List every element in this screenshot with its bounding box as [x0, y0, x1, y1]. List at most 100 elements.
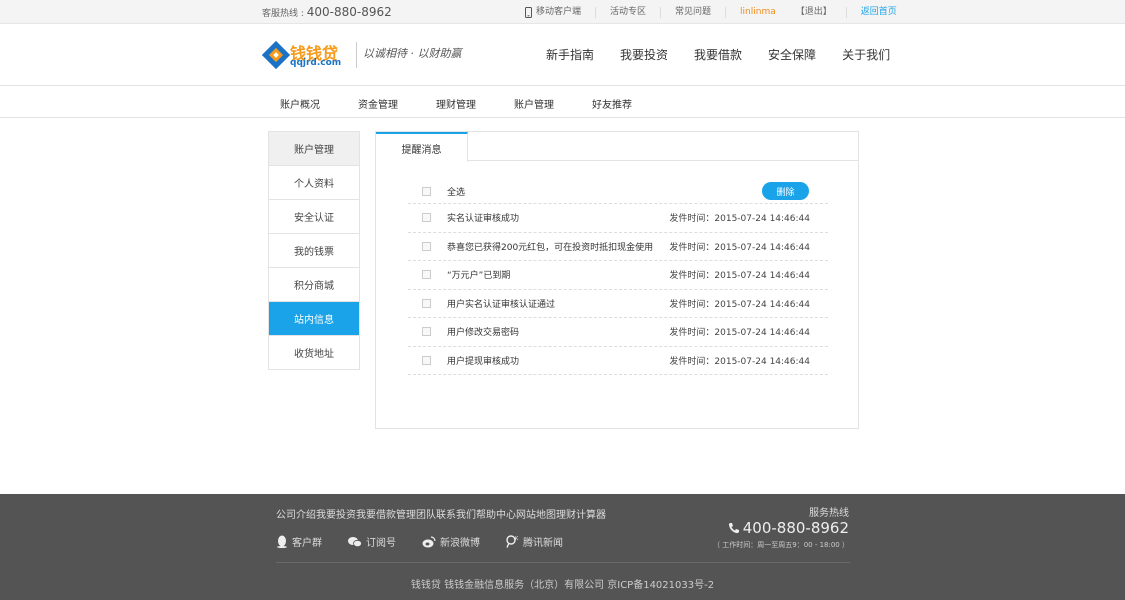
social-tencent-news[interactable]: K 腾讯新闻 [506, 534, 563, 549]
message-row[interactable]: “万元户”已到期 发件时间：2015-07-24 14:46:44 [408, 261, 828, 290]
subnav-funds[interactable]: 资金管理 [358, 96, 398, 111]
hotline-number: 400-880-8962 [306, 5, 392, 19]
service-hotline-label: 服务热线 [809, 508, 849, 519]
sidebar-item-messages[interactable]: 站内信息 [269, 302, 359, 336]
message-row[interactable]: 用户修改交易密码 发件时间：2015-07-24 14:46:44 [408, 318, 828, 347]
nav-borrow[interactable]: 我要借款 [694, 46, 742, 63]
social-wechat-label: 订阅号 [366, 538, 396, 549]
svg-text:K: K [515, 536, 519, 542]
message-time: 发件时间：2015-07-24 14:46:44 [669, 299, 810, 310]
tencent-news-icon: K [506, 535, 519, 548]
subnav-referral[interactable]: 好友推荐 [592, 96, 632, 111]
footer-link-calculator[interactable]: 理财计算器 [556, 506, 606, 521]
message-checkbox[interactable] [422, 355, 431, 365]
footer: 公司介绍 我要投资 我要借款 管理团队 联系我们 帮助中心 网站地图 理财计算器… [0, 494, 1125, 600]
social-weibo[interactable]: 新浪微博 [422, 534, 480, 549]
slogan: 以诚相待 · 以财助赢 [363, 47, 462, 60]
message-time: 发件时间：2015-07-24 14:46:44 [669, 271, 810, 282]
sidebar-item-coupons[interactable]: 我的钱票 [269, 234, 359, 268]
mobile-client-label: 移动客户端 [536, 6, 582, 17]
service-hotline: 400-880-8962 [728, 519, 849, 537]
nav-security[interactable]: 安全保障 [768, 46, 816, 63]
message-title[interactable]: 用户实名认证审核认证通过 [447, 297, 555, 310]
tab-bar: 提醒消息 [376, 132, 858, 162]
message-checkbox[interactable] [422, 241, 431, 251]
account-subnav: 账户概况 资金管理 理财管理 账户管理 好友推荐 [0, 87, 1125, 118]
activity-link[interactable]: 活动专区 [596, 6, 662, 18]
sidebar-heading: 账户管理 [269, 132, 359, 166]
service-hours: （ 工作时间：周一至周五9：00 - 18:00 ） [713, 541, 849, 549]
subnav-overview[interactable]: 账户概况 [280, 96, 320, 111]
message-title[interactable]: 恭喜您已获得200元红包，可在投资时抵扣现金使用 [447, 240, 653, 253]
nav-beginner-guide[interactable]: 新手指南 [546, 46, 594, 63]
select-all-checkbox[interactable] [422, 186, 431, 196]
sidebar: 账户管理 个人资料 安全认证 我的钱票 积分商城 站内信息 收货地址 [268, 131, 360, 370]
top-links: 移动客户端 活动专区 常见问题 linlinma 【退出】 返回首页 [525, 0, 911, 24]
social-tencent-label: 腾讯新闻 [523, 538, 563, 549]
footer-link-contact[interactable]: 联系我们 [436, 506, 476, 521]
faq-link[interactable]: 常见问题 [661, 6, 727, 18]
qq-penguin-icon [277, 535, 287, 548]
slogan-divider [356, 42, 357, 68]
mobile-client-link[interactable]: 移动客户端 [525, 6, 597, 18]
footer-link-company[interactable]: 公司介绍 [276, 506, 316, 521]
social-qq-label: 客户群 [292, 538, 322, 549]
message-row[interactable]: 实名认证审核成功 发件时间：2015-07-24 14:46:44 [408, 204, 828, 233]
service-hotline-number: 400-880-8962 [742, 519, 849, 537]
nav-about[interactable]: 关于我们 [842, 46, 890, 63]
header: 钱钱贷 qqjrd.com 以诚相待 · 以财助赢 新手指南 我要投资 我要借款… [0, 24, 1125, 86]
tab-reminders[interactable]: 提醒消息 [376, 132, 468, 162]
sidebar-item-profile[interactable]: 个人资料 [269, 166, 359, 200]
message-row[interactable]: 用户实名认证审核认证通过 发件时间：2015-07-24 14:46:44 [408, 290, 828, 318]
social-weibo-label: 新浪微博 [440, 538, 480, 549]
message-time: 发件时间：2015-07-24 14:46:44 [669, 356, 810, 367]
wechat-icon [348, 536, 362, 547]
message-checkbox[interactable] [422, 327, 431, 337]
social-wechat[interactable]: 订阅号 [348, 534, 396, 549]
footer-link-invest[interactable]: 我要投资 [316, 506, 356, 521]
username-link[interactable]: linlinma [726, 7, 782, 18]
social-qq-group[interactable]: 客户群 [276, 534, 322, 549]
footer-link-team[interactable]: 管理团队 [396, 506, 436, 521]
select-all-label: 全选 [447, 187, 466, 198]
footer-link-help[interactable]: 帮助中心 [476, 506, 516, 521]
message-checkbox[interactable] [422, 213, 431, 223]
message-time: 发件时间：2015-07-24 14:46:44 [669, 214, 810, 225]
delete-button[interactable]: 删除 [762, 182, 809, 200]
subnav-account[interactable]: 账户管理 [514, 96, 554, 111]
sidebar-item-security[interactable]: 安全认证 [269, 200, 359, 234]
sidebar-item-address[interactable]: 收货地址 [269, 336, 359, 370]
logo-domain: qqjrd.com [290, 58, 342, 68]
message-row[interactable]: 用户提现审核成功 发件时间：2015-07-24 14:46:44 [408, 347, 828, 375]
sidebar-item-points-mall[interactable]: 积分商城 [269, 268, 359, 302]
phone-handset-icon [728, 523, 739, 534]
home-link[interactable]: 返回首页 [847, 7, 911, 18]
message-list: 全选 删除 实名认证审核成功 发件时间：2015-07-24 14:46:44 … [408, 179, 828, 375]
message-title[interactable]: 实名认证审核成功 [447, 211, 519, 224]
customer-hotline: 客服热线 : 400-880-8962 [262, 5, 392, 19]
copyright: 钱钱贷 钱钱金融信息服务（北京）有限公司 京ICP备14021033号-2 [410, 580, 715, 591]
footer-divider [276, 562, 850, 563]
message-time: 发件时间：2015-07-24 14:46:44 [669, 242, 810, 253]
footer-link-borrow[interactable]: 我要借款 [356, 506, 396, 521]
subnav-finance[interactable]: 理财管理 [436, 96, 476, 111]
message-time: 发件时间：2015-07-24 14:46:44 [669, 328, 810, 339]
social-links: 客户群 订阅号 新浪微博 K 腾讯新闻 [276, 534, 563, 549]
weibo-icon [422, 535, 436, 547]
message-title[interactable]: “万元户”已到期 [447, 268, 510, 281]
main-nav: 新手指南 我要投资 我要借款 安全保障 关于我们 [546, 46, 890, 63]
phone-icon [525, 6, 532, 18]
select-all-row: 全选 删除 [408, 179, 828, 204]
message-checkbox[interactable] [422, 270, 431, 280]
nav-invest[interactable]: 我要投资 [620, 46, 668, 63]
message-title[interactable]: 用户提现审核成功 [447, 354, 519, 367]
footer-link-sitemap[interactable]: 网站地图 [516, 506, 556, 521]
message-checkbox[interactable] [422, 298, 431, 308]
message-panel: 提醒消息 全选 删除 实名认证审核成功 发件时间：2015-07-24 14:4… [375, 131, 859, 429]
logout-link[interactable]: 【退出】 [782, 6, 847, 18]
message-row[interactable]: 恭喜您已获得200元红包，可在投资时抵扣现金使用 发件时间：2015-07-24… [408, 233, 828, 261]
message-title[interactable]: 用户修改交易密码 [447, 325, 519, 338]
footer-links: 公司介绍 我要投资 我要借款 管理团队 联系我们 帮助中心 网站地图 理财计算器 [276, 506, 606, 521]
top-bar: 客服热线 : 400-880-8962 移动客户端 活动专区 常见问题 linl… [0, 0, 1125, 24]
hotline-label: 客服热线 : [262, 9, 304, 19]
